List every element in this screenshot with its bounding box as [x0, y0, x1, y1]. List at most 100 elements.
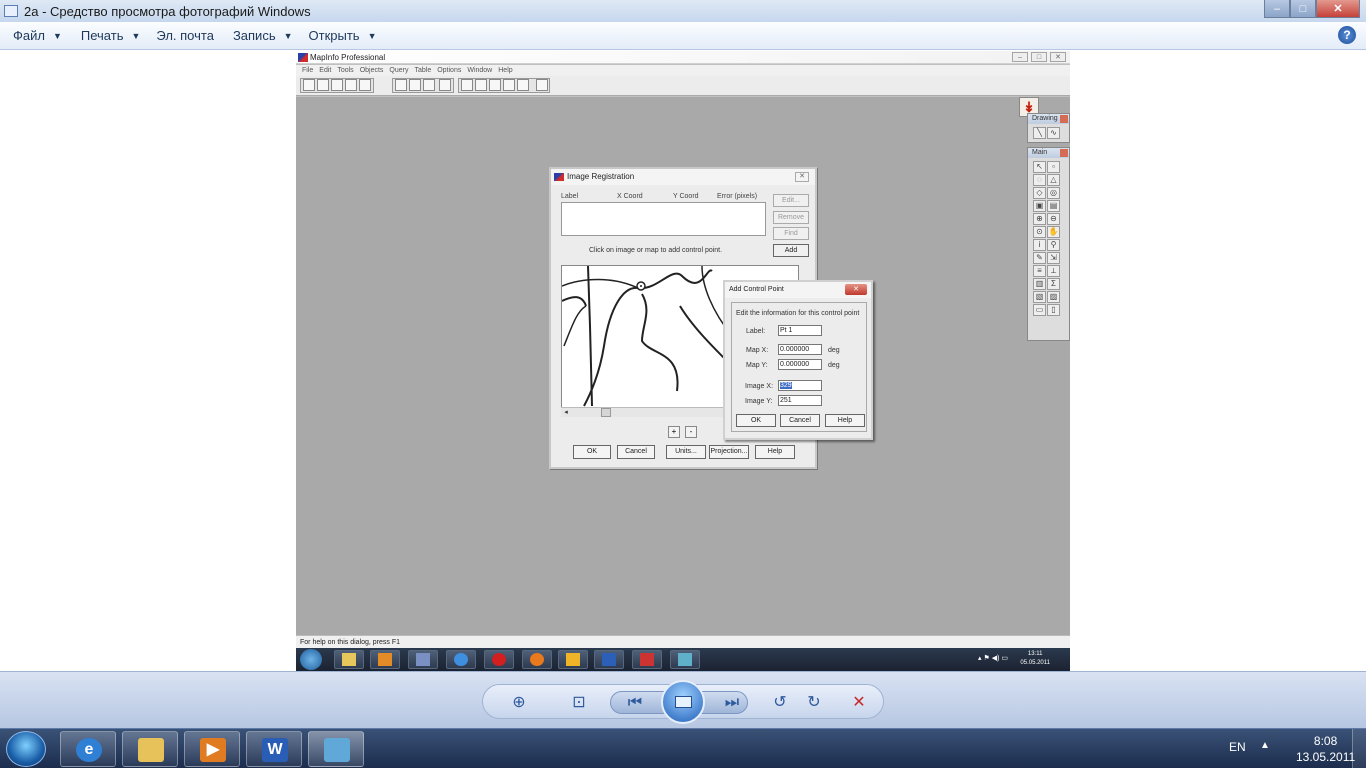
- window-controls: – □ ✕: [1264, 0, 1360, 18]
- word-icon: [594, 650, 624, 669]
- next-icon[interactable]: ⏭: [722, 693, 742, 713]
- polyline-tool-icon: ∿: [1047, 127, 1060, 139]
- mapinfo-menu: File Edit Tools Objects Query Table Opti…: [296, 65, 1070, 76]
- mapinfo-menu-item: Query: [389, 67, 409, 74]
- slideshow-button[interactable]: [661, 680, 705, 724]
- column-x-coord: X Coord: [617, 193, 643, 200]
- close-icon: [1060, 149, 1068, 157]
- change-view-icon: ⊙: [1033, 226, 1046, 238]
- help-icon[interactable]: ?: [1338, 26, 1356, 44]
- actual-size-icon[interactable]: ⊡: [569, 693, 589, 713]
- mapinfo-title: MapInfo Professional: [310, 53, 386, 62]
- zoom-in-icon: ⊕: [1033, 213, 1046, 225]
- show-desktop-button[interactable]: [1352, 729, 1366, 768]
- add-control-point-dialog: Add Control Point ✕ Edit the information…: [723, 280, 873, 440]
- maximize-button[interactable]: □: [1290, 0, 1316, 18]
- mapx-field: 0.000000: [778, 344, 822, 355]
- internet-explorer-task[interactable]: e: [60, 731, 116, 767]
- close-icon: [1060, 115, 1068, 123]
- invert-select-icon: ▣: [1033, 200, 1046, 212]
- word-task[interactable]: W: [246, 731, 302, 767]
- mapinfo-menu-item: Objects: [359, 67, 384, 74]
- photo-viewer-task[interactable]: [308, 731, 364, 767]
- add-button: Add: [773, 244, 809, 257]
- clip-region-icon: ▧: [1033, 291, 1046, 303]
- delete-icon[interactable]: ✕: [849, 693, 869, 713]
- imagey-field: 251: [778, 395, 822, 406]
- mapinfo-menu-item: Tools: [337, 67, 354, 74]
- start-button[interactable]: [6, 731, 46, 767]
- rotate-right-icon[interactable]: ↻: [804, 693, 824, 713]
- close-icon: ✕: [845, 284, 867, 295]
- show-hidden-icons-icon[interactable]: ▲: [1260, 740, 1270, 751]
- label-caption: Label:: [746, 328, 766, 335]
- browser-window-icon: [475, 79, 487, 91]
- radius-select-icon: ◌: [1033, 174, 1046, 186]
- chevron-down-icon: ▼: [52, 30, 62, 41]
- column-y-coord: Y Coord: [673, 193, 699, 200]
- minimize-icon: –: [1012, 52, 1028, 62]
- show-legend-icon: ▭: [1033, 304, 1046, 316]
- media-player-task[interactable]: ▶: [184, 731, 240, 767]
- mapinfo-menu-item: File: [302, 67, 314, 74]
- mapinfo-menu-item: Edit: [319, 67, 332, 74]
- projection-button: Projection...: [709, 445, 749, 459]
- maximize-icon: □: [1031, 52, 1047, 62]
- find-button: Find: [773, 227, 809, 240]
- image-registration-title: Image Registration: [567, 172, 635, 181]
- start-orb-icon: [300, 649, 322, 670]
- rotate-left-icon[interactable]: ↺: [770, 693, 790, 713]
- zoom-out-icon: ⊖: [1047, 213, 1060, 225]
- mapinfo-toolbar: [296, 76, 1070, 96]
- ruler-icon: ⟂: [1047, 265, 1060, 277]
- mapinfo-task-icon: [632, 650, 662, 669]
- info-tool-icon: i: [1033, 239, 1046, 251]
- media-player-icon: [370, 650, 400, 669]
- menu-file[interactable]: Файл ▼: [13, 28, 62, 43]
- menu-print[interactable]: Печать ▼: [81, 28, 141, 43]
- layer-control-icon: ≡: [1033, 265, 1046, 277]
- tray-icons: ▴ ⚑ ◀) ▭: [978, 655, 1008, 662]
- mapinfo-menu-item: Help: [498, 67, 513, 74]
- mapy-caption: Map Y:: [746, 362, 768, 369]
- column-label: Label: [561, 193, 579, 200]
- graph-window-icon: [489, 79, 501, 91]
- copy-icon: [409, 79, 421, 91]
- cut-icon: [395, 79, 407, 91]
- chevron-down-icon: ▼: [131, 30, 141, 41]
- edit-button: Edit...: [773, 194, 809, 207]
- close-icon: ✕: [1050, 52, 1066, 62]
- column-error: Error (pixels): [717, 193, 758, 200]
- control-points-list: [561, 202, 766, 236]
- statistics-icon: Σ: [1047, 278, 1060, 290]
- app-task-icon: [670, 650, 700, 669]
- explorer-task[interactable]: [122, 731, 178, 767]
- menu-burn[interactable]: Запись ▼: [233, 28, 293, 43]
- imagey-caption: Image Y:: [745, 398, 773, 405]
- chevron-down-icon: ▼: [367, 30, 377, 41]
- explorer-icon: [334, 650, 364, 669]
- language-indicator[interactable]: EN: [1229, 740, 1246, 754]
- zoom-icon[interactable]: ⊕: [509, 693, 529, 713]
- control-point-fields: Edit the information for this control po…: [731, 302, 867, 432]
- minimize-button[interactable]: –: [1264, 0, 1290, 18]
- previous-icon[interactable]: ⏮: [625, 693, 645, 713]
- imagex-caption: Image X:: [745, 383, 774, 390]
- drag-map-icon: ⇲: [1047, 252, 1060, 264]
- window-title: 2a - Средство просмотра фотографий Windo…: [24, 3, 311, 19]
- main-palette-title: Main: [1032, 149, 1048, 156]
- boundary-select-icon: ◇: [1033, 187, 1046, 199]
- menu-open[interactable]: Открыть ▼: [309, 28, 377, 43]
- print-icon: [359, 79, 371, 91]
- viewer-controls: ⊕ ⊡ ⏮ ⏭ ↺ ↻ ✕: [482, 680, 884, 724]
- close-button[interactable]: ✕: [1316, 0, 1360, 18]
- clock[interactable]: 8:08 13.05.2011: [1296, 733, 1355, 765]
- internet-explorer-icon: e: [76, 738, 102, 762]
- opera-icon: [484, 650, 514, 669]
- mapx-unit: deg: [828, 347, 840, 354]
- imagex-field: 329: [778, 380, 822, 391]
- scale-bar-icon: ▯: [1047, 304, 1060, 316]
- mapinfo-logo-icon: [298, 53, 308, 62]
- ok-button: OK: [573, 445, 611, 459]
- menu-email[interactable]: Эл. почта: [156, 28, 214, 43]
